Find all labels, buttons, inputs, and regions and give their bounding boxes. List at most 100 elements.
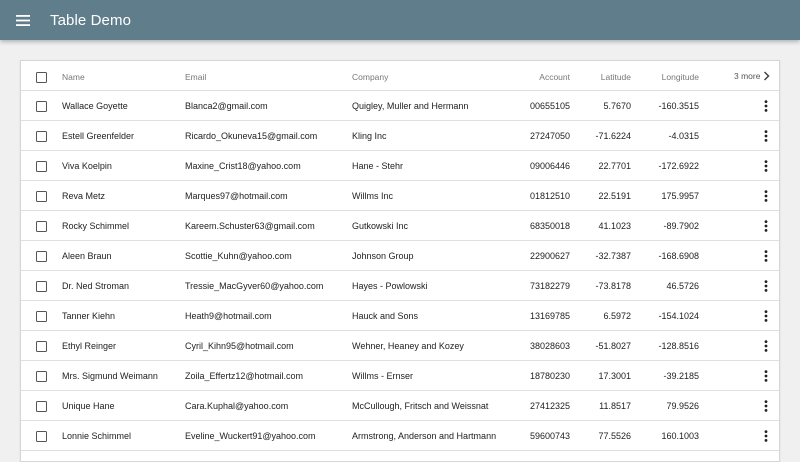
cell-latitude: 6.5972 (603, 311, 631, 321)
cell-company: Hayes - Powlowski (352, 281, 428, 291)
cell-name: Unique Hane (62, 401, 115, 411)
cell-company: Gutkowski Inc (352, 221, 409, 231)
more-vert-icon[interactable] (761, 339, 771, 353)
cell-account: 13169785 (529, 311, 570, 321)
cell-longitude: -168.6908 (658, 251, 699, 261)
cell-latitude: 5.7670 (603, 101, 631, 111)
cell-email: Maxine_Crist18@yahoo.com (185, 161, 301, 171)
cell-latitude: -71.6224 (595, 131, 631, 141)
cell-account: 01812510 (529, 191, 570, 201)
column-header-company[interactable]: Company (352, 61, 510, 91)
table-row[interactable]: Reva Metz Marques97@hotmail.com Willms Inc… (21, 181, 779, 211)
table-row[interactable]: Unique Hane Cara.Kuphal@yahoo.com McCullou… (21, 391, 779, 421)
column-header-name[interactable]: Name (62, 61, 180, 91)
cell-email: Cyril_Kihn95@hotmail.com (185, 341, 294, 351)
more-vert-icon[interactable] (761, 159, 771, 173)
more-vert-icon[interactable] (761, 129, 771, 143)
data-table: Name Email Company Account Latitude Long… (20, 60, 780, 462)
cell-email: Tressie_MacGyver60@yahoo.com (185, 281, 324, 291)
cell-email: Ricardo_Okuneva15@gmail.com (185, 131, 318, 141)
cell-longitude: 79.9526 (666, 401, 699, 411)
cell-name: Viva Koelpin (62, 161, 112, 171)
table-row[interactable]: Estell Greenfelder Ricardo_Okuneva15@gmai… (21, 121, 779, 151)
row-select-checkbox[interactable] (36, 371, 47, 382)
row-select-checkbox[interactable] (36, 251, 47, 262)
column-header-account[interactable]: Account (510, 61, 570, 91)
cell-account: 73182279 (529, 281, 570, 291)
cell-longitude: -154.1024 (658, 311, 699, 321)
row-select-checkbox[interactable] (36, 341, 47, 352)
more-columns-label: 3 more (734, 71, 761, 81)
row-select-checkbox[interactable] (36, 401, 47, 412)
cell-email: Marques97@hotmail.com (185, 191, 288, 201)
row-select-checkbox[interactable] (36, 311, 47, 322)
cell-latitude: 11.8517 (599, 401, 631, 411)
table-row[interactable]: Dr. Ned Stroman Tressie_MacGyver60@yahoo.… (21, 271, 779, 301)
cell-name: Aleen Braun (62, 251, 112, 261)
row-select-checkbox[interactable] (36, 161, 47, 172)
row-select-checkbox[interactable] (36, 431, 47, 442)
cell-email: Kareem.Schuster63@gmail.com (185, 221, 315, 231)
more-vert-icon[interactable] (761, 279, 771, 293)
cell-company: Quigley, Muller and Hermann (352, 101, 469, 111)
cell-name: Ethyl Reinger (62, 341, 117, 351)
cell-latitude: 22.7701 (598, 161, 631, 171)
cell-longitude: 46.5726 (666, 281, 699, 291)
cell-longitude: -172.6922 (658, 161, 699, 171)
table-row[interactable]: Mrs. Sigmund Weimann Zoila_Effertz12@hotm… (21, 361, 779, 391)
more-vert-icon[interactable] (761, 309, 771, 323)
table-row[interactable]: Aleen Braun Scottie_Kuhn@yahoo.com Johnson… (21, 241, 779, 271)
more-vert-icon[interactable] (761, 369, 771, 383)
cell-latitude: 17.3001 (598, 371, 631, 381)
row-select-checkbox[interactable] (36, 131, 47, 142)
column-header-longitude[interactable]: Longitude (636, 61, 699, 91)
cell-email: Blanca2@gmail.com (185, 101, 268, 111)
more-vert-icon[interactable] (761, 219, 771, 233)
cell-account: 27247050 (529, 131, 570, 141)
cell-company: Johnson Group (352, 251, 414, 261)
row-select-checkbox[interactable] (36, 101, 47, 112)
cell-name: Mrs. Sigmund Weimann (62, 371, 158, 381)
cell-email: Eveline_Wuckert91@yahoo.com (185, 431, 316, 441)
table-row[interactable]: Rocky Schimmel Kareem.Schuster63@gmail.co… (21, 211, 779, 241)
more-vert-icon[interactable] (761, 189, 771, 203)
cell-email: Scottie_Kuhn@yahoo.com (185, 251, 292, 261)
cell-account: 00655105 (529, 101, 570, 111)
cell-account: 68350018 (529, 221, 570, 231)
cell-account: 18780230 (529, 371, 570, 381)
cell-longitude: -160.3515 (658, 101, 699, 111)
row-select-checkbox[interactable] (36, 281, 47, 292)
column-header-email[interactable]: Email (185, 61, 345, 91)
hamburger-menu-icon[interactable] (13, 10, 33, 30)
row-select-checkbox[interactable] (36, 221, 47, 232)
cell-longitude: -4.0315 (668, 131, 699, 141)
more-vert-icon[interactable] (761, 99, 771, 113)
column-header-latitude[interactable]: Latitude (575, 61, 631, 91)
row-select-checkbox[interactable] (36, 191, 47, 202)
cell-latitude: 41.1023 (598, 221, 631, 231)
cell-company: Armstrong, Anderson and Hartmann (352, 431, 497, 441)
cell-latitude: 22.5191 (598, 191, 631, 201)
more-columns-button[interactable]: 3 more (734, 61, 771, 91)
cell-latitude: -73.8178 (595, 281, 631, 291)
cell-name: Wallace Goyette (62, 101, 128, 111)
table-row[interactable]: Viva Koelpin Maxine_Crist18@yahoo.com Hane… (21, 151, 779, 181)
cell-account: 59600743 (529, 431, 570, 441)
cell-latitude: 77.5526 (598, 431, 631, 441)
cell-name: Lonnie Schimmel (62, 431, 132, 441)
cell-longitude: 160.1003 (661, 431, 699, 441)
cell-company: Wehner, Heaney and Kozey (352, 341, 464, 351)
table-row[interactable]: Tanner Kiehn Heath9@hotmail.com Hauck and … (21, 301, 779, 331)
table-row[interactable]: Ethyl Reinger Cyril_Kihn95@hotmail.com Weh… (21, 331, 779, 361)
cell-company: Willms - Ernser (352, 371, 413, 381)
table-row[interactable]: Lonnie Schimmel Eveline_Wuckert91@yahoo.c… (21, 421, 779, 451)
more-vert-icon[interactable] (761, 429, 771, 443)
more-vert-icon[interactable] (761, 399, 771, 413)
select-all-checkbox[interactable] (36, 72, 47, 83)
more-vert-icon[interactable] (761, 249, 771, 263)
cell-longitude: -89.7902 (663, 221, 699, 231)
table-row[interactable]: Wallace Goyette Blanca2@gmail.com Quigley,… (21, 91, 779, 121)
cell-account: 38028603 (529, 341, 570, 351)
cell-name: Tanner Kiehn (62, 311, 116, 321)
cell-account: 27412325 (529, 401, 570, 411)
